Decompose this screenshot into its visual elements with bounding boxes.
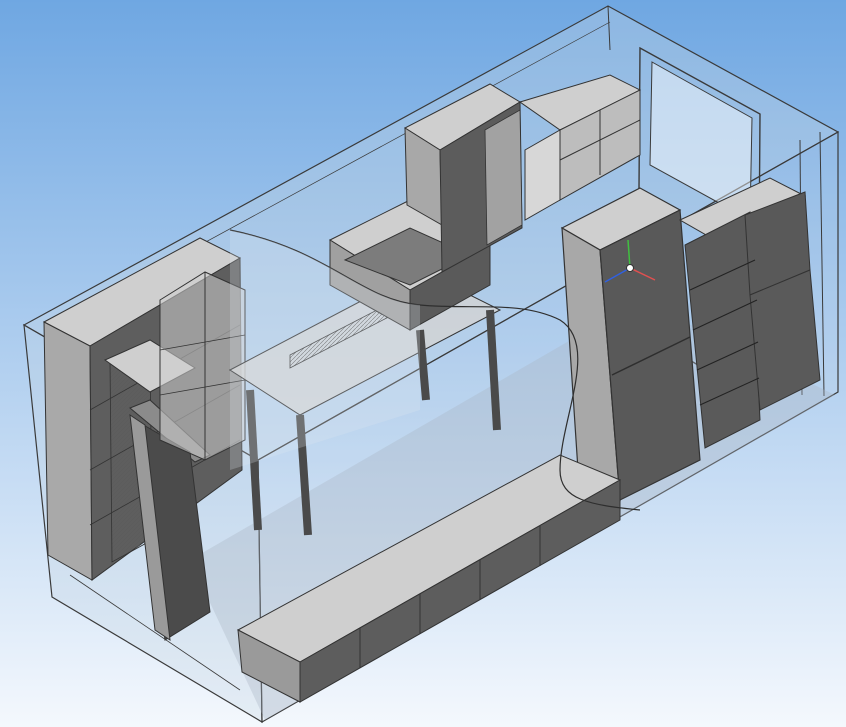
fridge-unit[interactable] xyxy=(560,187,701,502)
cad-viewport[interactable] xyxy=(0,0,846,727)
assembly-3d-view[interactable] xyxy=(0,0,846,727)
